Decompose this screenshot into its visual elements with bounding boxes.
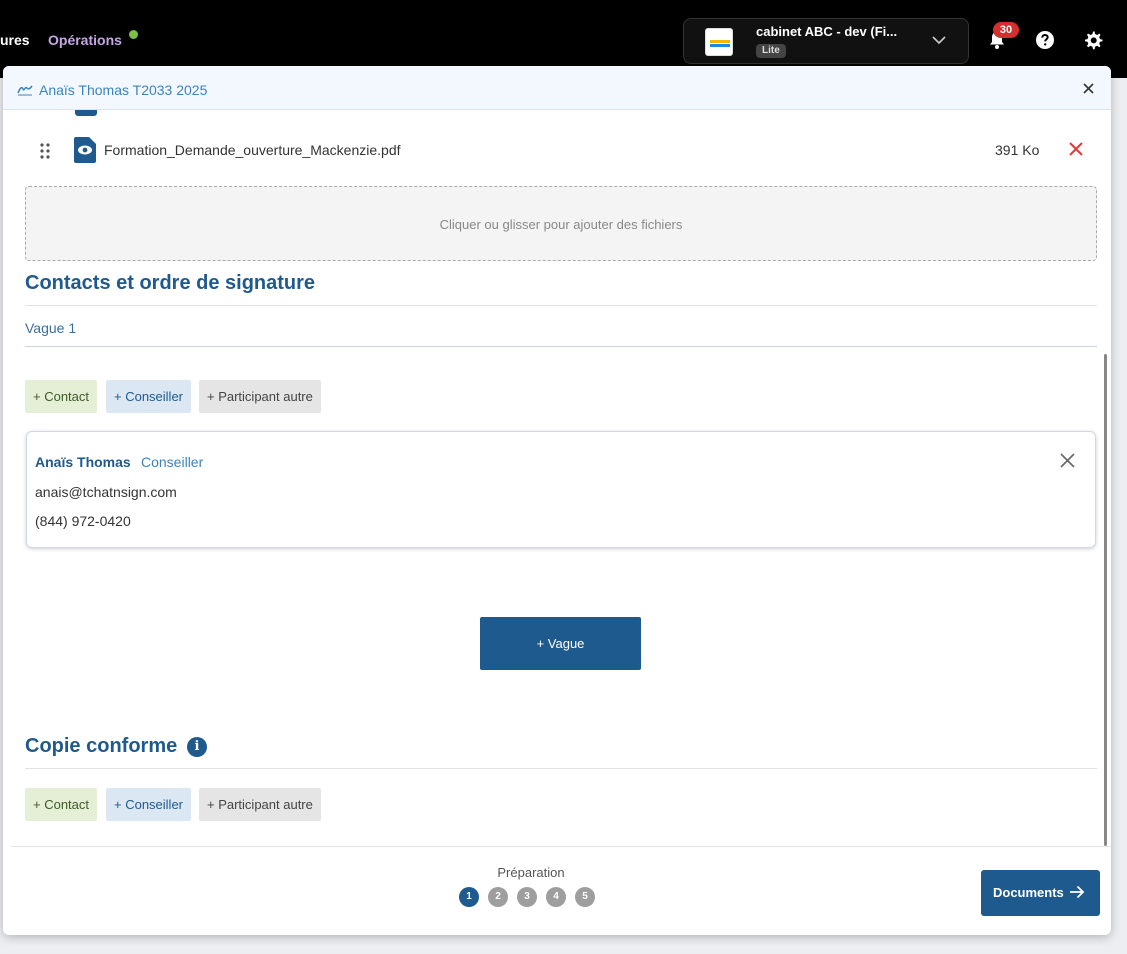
gear-icon[interactable]: [1083, 30, 1103, 50]
divider: [25, 768, 1097, 769]
remove-participant-icon[interactable]: [1060, 453, 1075, 468]
remove-file-icon[interactable]: [1069, 142, 1083, 156]
step-4[interactable]: 4: [546, 887, 566, 907]
file-icon: [75, 110, 97, 116]
participant-role: Conseiller: [141, 454, 204, 470]
chevron-down-icon: [932, 36, 946, 45]
add-cc-contact-button[interactable]: + Contact: [25, 788, 98, 821]
organization-selector[interactable]: cabinet ABC - dev (Fi... Lite: [683, 18, 969, 64]
signature-icon: [17, 85, 33, 96]
dropzone-text: Cliquer ou glisser pour ajouter des fich…: [439, 217, 683, 232]
participant-card: Anaïs Thomas Conseiller anais@tchatnsign…: [26, 431, 1096, 548]
next-documents-button[interactable]: Documents: [981, 870, 1100, 916]
modal-title: Anaïs Thomas T2033 2025: [39, 82, 208, 98]
participant-name: Anaïs Thomas: [35, 454, 131, 470]
file-size: 391 Ko: [995, 142, 1040, 158]
add-wave-button[interactable]: + Vague: [480, 617, 641, 670]
plan-badge: Lite: [756, 44, 786, 58]
step-3[interactable]: 3: [517, 887, 537, 907]
modal-header: Anaïs Thomas T2033 2025: [3, 66, 1111, 110]
step-1[interactable]: 1: [459, 887, 479, 907]
help-icon[interactable]: [1035, 30, 1055, 50]
drag-handle-icon[interactable]: [39, 143, 51, 159]
participant-phone: (844) 972-0420: [35, 513, 131, 529]
participant-email: anais@tchatnsign.com: [35, 484, 177, 500]
add-cc-other-participant-button[interactable]: + Participant autre: [199, 788, 321, 821]
step-2[interactable]: 2: [488, 887, 508, 907]
copy-section-title: Copie conforme: [25, 735, 178, 757]
footer-divider: [11, 846, 1111, 847]
divider: [25, 346, 1097, 347]
add-advisor-button[interactable]: + Conseiller: [106, 380, 192, 413]
add-cc-advisor-button[interactable]: + Conseiller: [106, 788, 192, 821]
arrow-right-icon: [1070, 885, 1085, 899]
divider: [25, 305, 1097, 306]
modal-dialog: Anaïs Thomas T2033 2025 Formation_Demand…: [3, 66, 1111, 935]
close-icon[interactable]: [1083, 83, 1094, 94]
nav-link-operations[interactable]: Opérations: [48, 32, 122, 48]
file-name[interactable]: Formation_Demande_ouverture_Mackenzie.pd…: [104, 142, 401, 158]
next-button-label: Documents: [993, 885, 1064, 900]
operations-status-dot: [129, 30, 138, 39]
contacts-section-title: Contacts et ordre de signature: [25, 272, 316, 294]
step-5[interactable]: 5: [575, 887, 595, 907]
eye-icon[interactable]: [74, 137, 96, 163]
step-label: Préparation: [497, 865, 565, 880]
scrollbar[interactable]: [1104, 354, 1107, 846]
info-icon[interactable]: i: [187, 737, 207, 757]
wave-tab[interactable]: Vague 1: [25, 320, 76, 336]
nav-link-partial[interactable]: ures: [0, 32, 30, 48]
organization-logo: [705, 28, 733, 56]
notification-count-badge: 30: [993, 22, 1019, 38]
add-other-participant-button[interactable]: + Participant autre: [199, 380, 321, 413]
add-contact-button[interactable]: + Contact: [25, 380, 98, 413]
organization-name: cabinet ABC - dev (Fi...: [756, 24, 898, 39]
file-dropzone[interactable]: Cliquer ou glisser pour ajouter des fich…: [25, 186, 1097, 261]
